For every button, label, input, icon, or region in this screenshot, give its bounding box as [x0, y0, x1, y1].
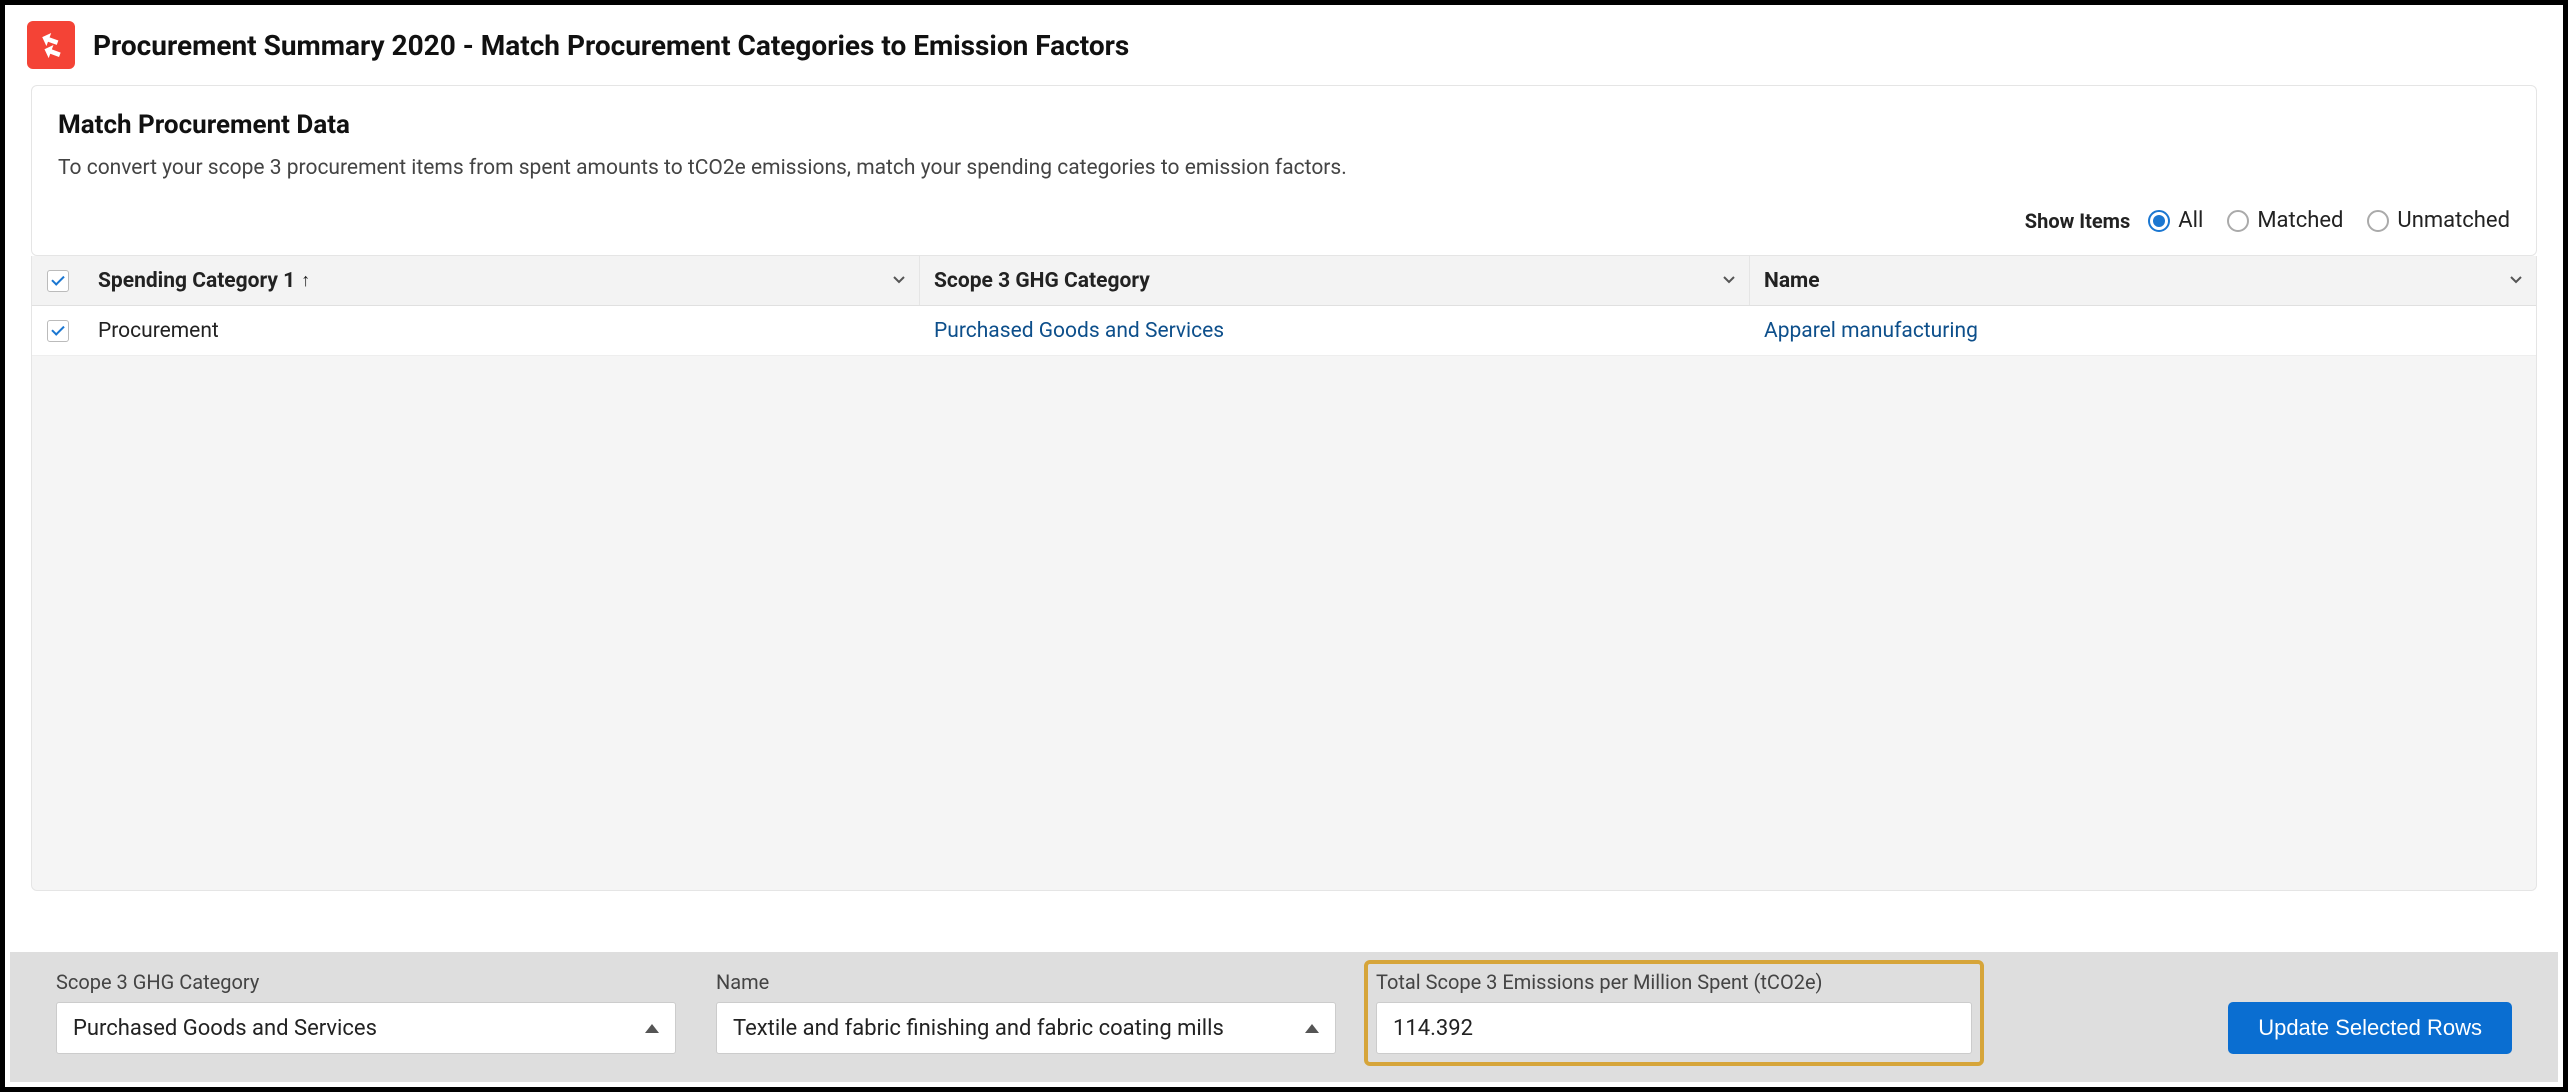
radio-unmatched[interactable]: Unmatched — [2367, 208, 2510, 233]
chevron-down-icon[interactable] — [1721, 269, 1737, 293]
chevron-down-icon[interactable] — [891, 269, 907, 293]
arrows-icon — [37, 31, 65, 59]
field-emissions: Total Scope 3 Emissions per Million Spen… — [1364, 960, 1984, 1066]
radio-circle-icon — [2367, 210, 2389, 232]
filter-row: Show Items All Matched Unmatched — [58, 208, 2510, 233]
input-emissions[interactable]: 114.392 — [1376, 1002, 1972, 1054]
data-table: Spending Category 1 ↑ Scope 3 GHG Catego… — [31, 256, 2537, 891]
update-selected-rows-button[interactable]: Update Selected Rows — [2228, 1002, 2512, 1054]
app-icon — [27, 21, 75, 69]
table-header: Spending Category 1 ↑ Scope 3 GHG Catego… — [32, 256, 2536, 306]
select-ghg-category-value: Purchased Goods and Services — [73, 1016, 377, 1041]
select-all-header[interactable] — [32, 256, 84, 305]
page-title: Procurement Summary 2020 - Match Procure… — [93, 29, 1129, 62]
radio-matched[interactable]: Matched — [2227, 208, 2343, 233]
radio-unmatched-label: Unmatched — [2397, 208, 2510, 233]
column-ghg-category[interactable]: Scope 3 GHG Category — [920, 256, 1750, 305]
select-all-checkbox[interactable] — [47, 270, 69, 292]
caret-up-icon — [645, 1024, 659, 1033]
column-name-label: Name — [1764, 269, 1820, 293]
column-ghg-category-label: Scope 3 GHG Category — [934, 269, 1150, 293]
filter-label: Show Items — [2025, 209, 2130, 233]
radio-all-label: All — [2178, 208, 2203, 233]
panel-title: Match Procurement Data — [58, 110, 2510, 140]
radio-circle-icon — [2148, 210, 2170, 232]
cell-spending-category: Procurement — [84, 306, 920, 355]
panel-description: To convert your scope 3 procurement item… — [58, 156, 2510, 180]
radio-all[interactable]: All — [2148, 208, 2203, 233]
column-name[interactable]: Name — [1750, 256, 2536, 305]
select-ghg-category[interactable]: Purchased Goods and Services — [56, 1002, 676, 1054]
chevron-down-icon[interactable] — [2508, 269, 2524, 293]
cell-name[interactable]: Apparel manufacturing — [1750, 306, 2536, 355]
field-name-label: Name — [716, 970, 1336, 994]
field-emissions-label: Total Scope 3 Emissions per Million Spen… — [1376, 970, 1972, 994]
row-checkbox-cell[interactable] — [32, 306, 84, 355]
cell-ghg-category[interactable]: Purchased Goods and Services — [920, 306, 1750, 355]
select-name-value: Textile and fabric finishing and fabric … — [733, 1016, 1224, 1041]
radio-matched-label: Matched — [2257, 208, 2343, 233]
sort-ascending-icon: ↑ — [301, 270, 310, 291]
column-spending-category[interactable]: Spending Category 1 ↑ — [84, 256, 920, 305]
column-spending-category-label: Spending Category 1 — [98, 269, 295, 293]
select-name[interactable]: Textile and fabric finishing and fabric … — [716, 1002, 1336, 1054]
field-name: Name Textile and fabric finishing and fa… — [716, 970, 1336, 1054]
footer-bar: Scope 3 GHG Category Purchased Goods and… — [10, 952, 2558, 1082]
caret-up-icon — [1305, 1024, 1319, 1033]
table-row[interactable]: Procurement Purchased Goods and Services… — [32, 306, 2536, 356]
field-ghg-category-label: Scope 3 GHG Category — [56, 970, 676, 994]
radio-circle-icon — [2227, 210, 2249, 232]
instruction-panel: Match Procurement Data To convert your s… — [31, 85, 2537, 256]
header-bar: Procurement Summary 2020 - Match Procure… — [5, 5, 2563, 85]
row-checkbox[interactable] — [47, 320, 69, 342]
radio-group: All Matched Unmatched — [2148, 208, 2510, 233]
input-emissions-value: 114.392 — [1393, 1016, 1473, 1041]
field-ghg-category: Scope 3 GHG Category Purchased Goods and… — [56, 970, 676, 1054]
